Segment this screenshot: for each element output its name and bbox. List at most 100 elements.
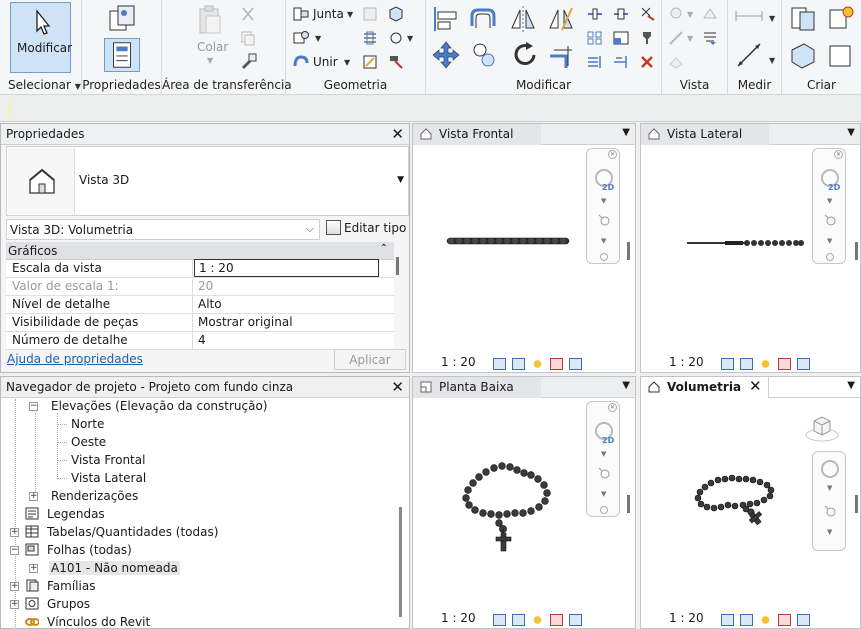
- detail-level-icon[interactable]: [493, 357, 506, 370]
- sun-path-icon[interactable]: [759, 357, 772, 370]
- expand-icon[interactable]: +: [10, 582, 19, 591]
- view-scrollbar[interactable]: [855, 495, 858, 513]
- expand-icon[interactable]: +: [29, 564, 38, 573]
- chevron-down-icon[interactable]: ▼: [601, 237, 606, 245]
- demolish-caret-icon[interactable]: ▼: [407, 34, 413, 43]
- visual-style-icon[interactable]: [512, 357, 525, 370]
- navbar-menu-icon[interactable]: [826, 253, 834, 261]
- navigation-bar[interactable]: ✕ 2D ▼ ▼: [586, 148, 620, 264]
- collapse-icon[interactable]: −: [29, 402, 38, 411]
- split-gap-icon[interactable]: [612, 6, 630, 22]
- view-scale[interactable]: 1 : 20: [441, 355, 476, 369]
- detail-level-icon[interactable]: [721, 613, 734, 626]
- zoom-icon[interactable]: [597, 213, 611, 227]
- edit-type-button[interactable]: Editar tipo: [326, 220, 406, 235]
- paste-caret-icon[interactable]: ▼: [207, 56, 213, 65]
- create-similar-icon[interactable]: [826, 40, 856, 70]
- property-group-graphics[interactable]: Gráficos ⌃: [6, 242, 394, 260]
- view-plan[interactable]: Planta Baixa ▼ ✕ 2D ▼ ▼ 1 : 20: [412, 376, 636, 629]
- copy-icon[interactable]: [240, 30, 256, 46]
- viewcube-icon[interactable]: [804, 411, 840, 443]
- view-menu-icon[interactable]: ▼: [622, 127, 630, 138]
- shadows-icon[interactable]: [778, 613, 791, 626]
- chevron-down-icon[interactable]: ▼: [827, 484, 832, 492]
- create-group-icon[interactable]: [788, 40, 818, 70]
- align-icon[interactable]: [431, 4, 461, 34]
- filter-icon[interactable]: [702, 30, 718, 46]
- join-label[interactable]: Junta: [313, 7, 344, 21]
- panel-select-label[interactable]: Selecionar ▼: [0, 78, 81, 92]
- apply-button[interactable]: Aplicar: [334, 349, 406, 370]
- tree-node-north[interactable]: Norte: [71, 417, 104, 431]
- visual-style-icon[interactable]: [512, 613, 525, 626]
- view-menu-icon[interactable]: ▼: [847, 380, 855, 391]
- sun-path-icon[interactable]: [759, 613, 772, 626]
- tree-node-families[interactable]: Famílias: [47, 579, 95, 593]
- view-scale-field[interactable]: 1 : 20: [194, 259, 379, 277]
- measure-icon[interactable]: [734, 8, 764, 24]
- close-icon[interactable]: ✕: [608, 150, 617, 159]
- view-scrollbar[interactable]: [627, 495, 630, 513]
- sun-path-icon[interactable]: [531, 613, 544, 626]
- shape-caret-icon[interactable]: ▼: [315, 34, 321, 43]
- collapse-icon[interactable]: ⌃: [380, 243, 388, 254]
- view-scale[interactable]: 1 : 20: [441, 611, 476, 625]
- detail-level-icon[interactable]: [493, 613, 506, 626]
- view-erase-icon[interactable]: [668, 54, 684, 70]
- shadows-icon[interactable]: [550, 357, 563, 370]
- move-icon[interactable]: [431, 40, 461, 70]
- type-dropdown-icon[interactable]: ▼: [397, 175, 404, 185]
- sun-path-icon[interactable]: [531, 357, 544, 370]
- close-icon[interactable]: ✕: [391, 378, 404, 396]
- crop-view-icon[interactable]: [797, 613, 810, 626]
- view-scrollbar[interactable]: [627, 242, 630, 260]
- close-icon[interactable]: ✕: [749, 377, 762, 395]
- pin-icon[interactable]: [638, 30, 656, 46]
- properties-help-link[interactable]: Ajuda de propriedades: [7, 352, 143, 366]
- tree-node-revit-links[interactable]: Vínculos do Revit: [47, 615, 150, 629]
- override-graphics-icon[interactable]: [702, 6, 718, 22]
- property-row[interactable]: Escala da vista 1 : 20: [6, 259, 394, 278]
- view-scrollbar[interactable]: [855, 242, 858, 260]
- browser-scrollbar[interactable]: [399, 507, 402, 617]
- type-selector[interactable]: Vista 3D ▼: [6, 146, 409, 216]
- collapse-icon[interactable]: −: [10, 546, 19, 555]
- close-icon[interactable]: ✕: [834, 150, 843, 159]
- view-scale[interactable]: 1 : 20: [669, 611, 704, 625]
- crop-view-icon[interactable]: [569, 613, 582, 626]
- property-value[interactable]: Alto: [194, 296, 379, 313]
- expand-icon[interactable]: +: [10, 528, 19, 537]
- unite-icon[interactable]: [292, 54, 310, 70]
- demolish-icon[interactable]: [388, 30, 404, 46]
- visual-style-icon[interactable]: [740, 357, 753, 370]
- crop-view-icon[interactable]: [797, 357, 810, 370]
- close-icon[interactable]: ✕: [391, 125, 404, 143]
- hide-element-icon[interactable]: [668, 6, 684, 22]
- steering-wheel-icon[interactable]: [821, 460, 839, 478]
- view-3d-header[interactable]: Volumetria ✕ ▼: [641, 377, 860, 398]
- measure-caret-icon[interactable]: ▼: [769, 14, 775, 23]
- create-assembly-icon[interactable]: [788, 4, 818, 34]
- navigation-bar[interactable]: ✕ 2D ▼ ▼: [586, 401, 620, 517]
- array-icon[interactable]: [586, 30, 604, 46]
- visual-style-icon[interactable]: [740, 613, 753, 626]
- copy-element-icon[interactable]: [470, 40, 500, 70]
- view-front[interactable]: Vista Frontal ▼ ✕ 2D ▼ ▼ 1 : 20: [412, 123, 636, 373]
- shadows-icon[interactable]: [550, 613, 563, 626]
- tree-node-front-view[interactable]: Vista Frontal: [71, 453, 145, 467]
- crop-view-icon[interactable]: [569, 357, 582, 370]
- property-row[interactable]: Visibilidade de peças Mostrar original: [6, 314, 394, 332]
- view-side-header[interactable]: Vista Lateral ▼: [641, 124, 860, 145]
- paint-icon[interactable]: [362, 54, 378, 70]
- properties-palette-icon[interactable]: [104, 38, 140, 72]
- properties-scrollbar[interactable]: [396, 257, 399, 275]
- hammer-icon[interactable]: [388, 54, 404, 70]
- delete-icon[interactable]: [638, 54, 656, 70]
- match-type-icon[interactable]: [240, 52, 258, 70]
- zoom-icon[interactable]: [823, 504, 837, 518]
- view-3d[interactable]: Volumetria ✕ ▼ ▼ ▼ 1 : 20: [640, 376, 861, 629]
- close-icon[interactable]: ✕: [608, 403, 617, 412]
- tree-node-legends[interactable]: Legendas: [47, 507, 105, 521]
- hide-caret-icon[interactable]: ▼: [687, 10, 693, 19]
- view-scale[interactable]: 1 : 20: [669, 355, 704, 369]
